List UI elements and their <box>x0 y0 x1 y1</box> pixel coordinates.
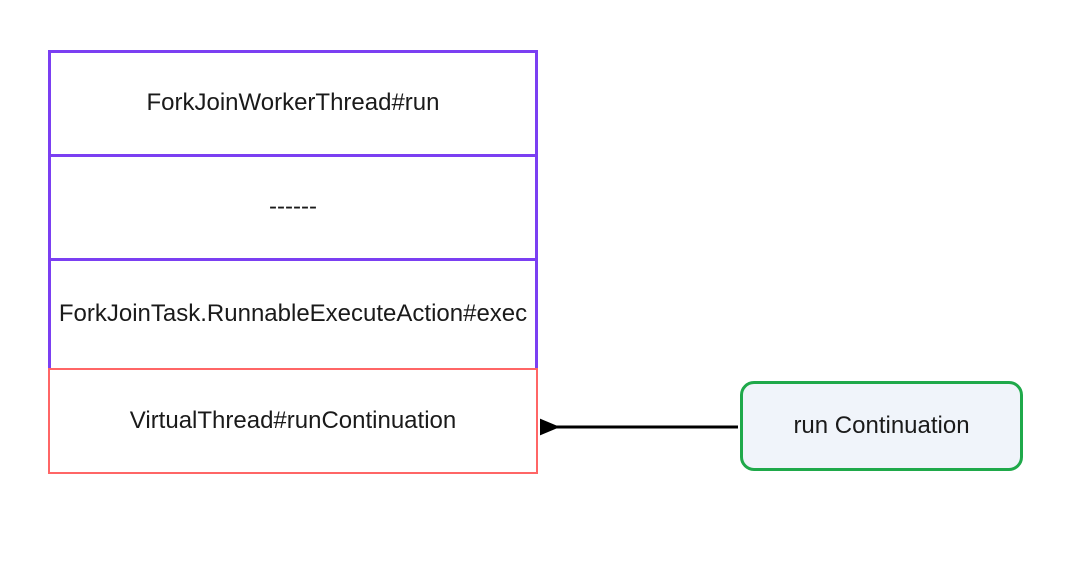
stack-frame-ellipsis: ------ <box>48 154 538 261</box>
stack-frame-label: ForkJoinWorkerThread#run <box>146 87 439 119</box>
stack-frame-forkjoin-worker-thread-run: ForkJoinWorkerThread#run <box>48 50 538 157</box>
continuation-box: run Continuation <box>740 381 1023 471</box>
stack-frame-label: ForkJoinTask.RunnableExecuteAction#exec <box>59 298 527 330</box>
stack-frame-runnable-execute-action-exec: ForkJoinTask.RunnableExecuteAction#exec <box>48 258 538 371</box>
stack-frame-label: VirtualThread#runContinuation <box>130 407 456 435</box>
continuation-label: run Continuation <box>793 412 969 440</box>
call-stack-column: ForkJoinWorkerThread#run ------ ForkJoin… <box>48 50 538 478</box>
arrow-continuation-to-stack <box>540 412 740 442</box>
stack-frame-label: ------ <box>269 191 317 223</box>
stack-frame-virtual-thread-run-continuation: VirtualThread#runContinuation <box>48 368 538 474</box>
